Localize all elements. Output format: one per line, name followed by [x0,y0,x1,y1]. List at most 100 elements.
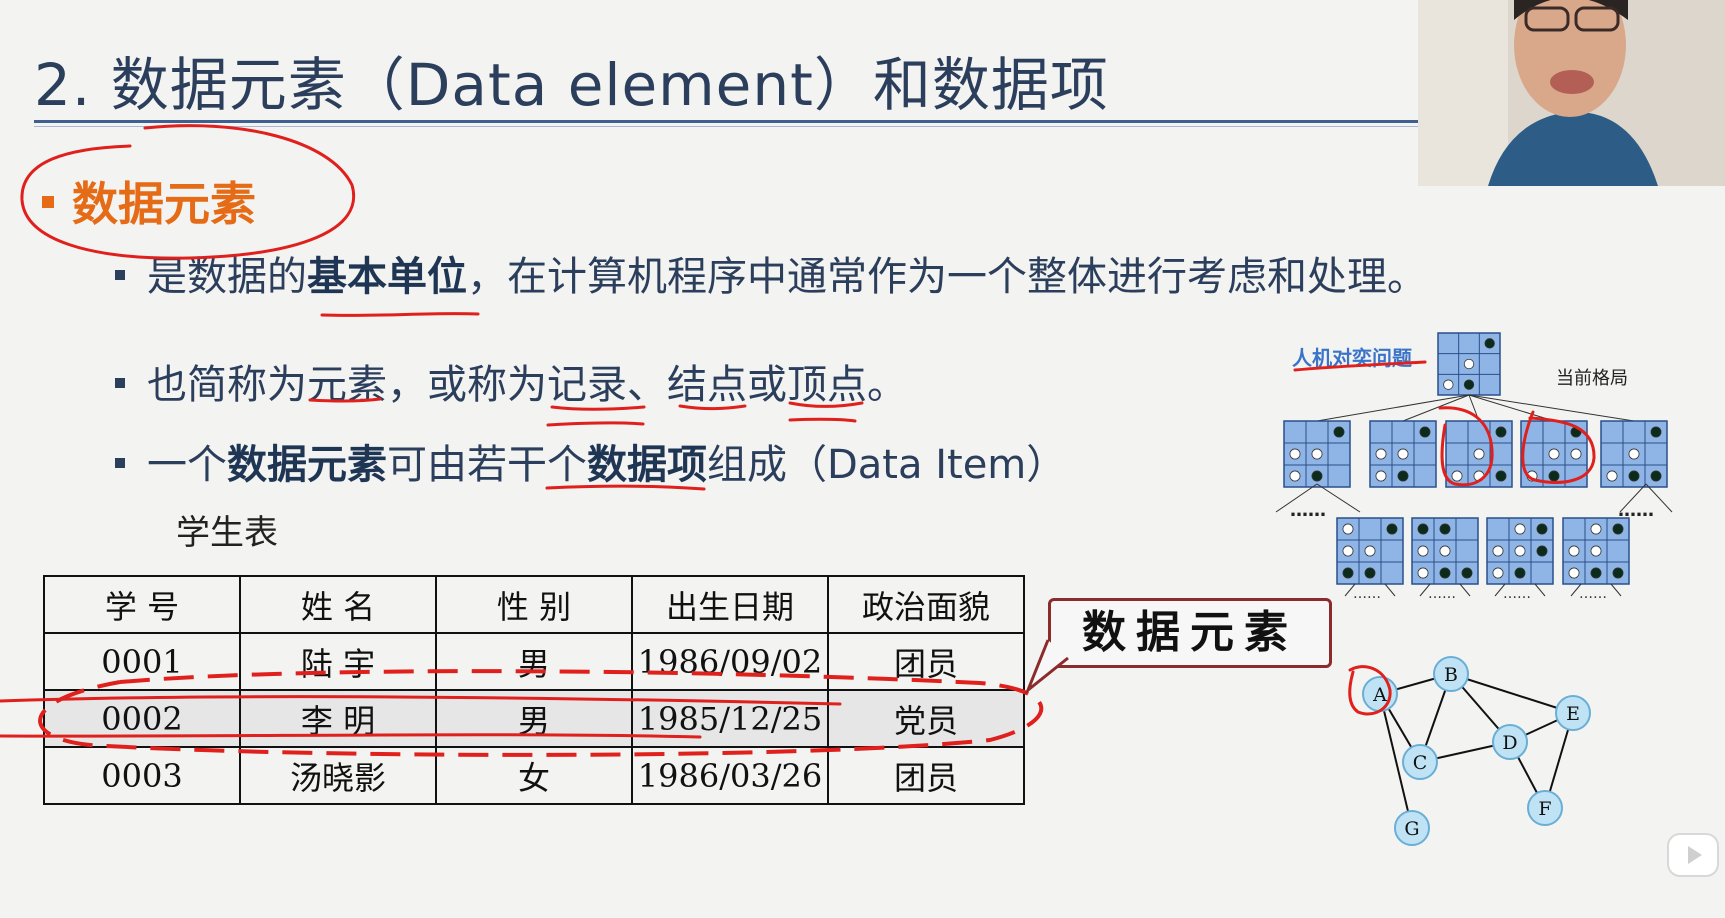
game-board [1445,420,1513,488]
tree-edge [1610,583,1622,597]
graph-node-label: E [1566,703,1580,725]
game-tree-diagram: …… …… …… …… …… …… [1275,332,1673,602]
white-stone [1397,448,1409,460]
black-stone [1628,470,1640,482]
game-board [1336,517,1404,585]
white-stone [1289,470,1301,482]
black-stone [1536,545,1548,557]
white-stone [1364,545,1376,557]
tree-edge [1468,394,1555,422]
white-stone [1568,567,1580,579]
tree-edge [1459,583,1471,597]
underline-annotation [1293,360,1427,372]
white-stone [1492,567,1504,579]
white-stone [1548,448,1560,460]
black-stone [1650,470,1662,482]
white-stone [1570,448,1582,460]
black-stone [1333,426,1345,438]
white-stone [1375,448,1387,460]
black-stone [1461,567,1473,579]
white-stone [1311,448,1323,460]
white-stone [1514,523,1526,535]
underline-annotation [546,421,645,427]
row-line-annotation [0,733,702,739]
presenter-webcam [1418,0,1725,186]
white-stone [1289,448,1301,460]
black-stone [1514,567,1526,579]
handwritten-annotations [0,124,1596,757]
game-board [1562,517,1630,585]
black-stone [1612,567,1624,579]
white-stone [1492,545,1504,557]
tree-edge [1384,583,1396,597]
highlighted-row-outline [38,669,1044,757]
graph-node-label: D [1502,732,1517,754]
white-stone [1628,448,1640,460]
white-stone [1473,448,1485,460]
black-stone [1495,470,1507,482]
white-stone [1375,470,1387,482]
white-stone [1514,545,1526,557]
game-board [1437,332,1501,396]
black-stone [1364,567,1376,579]
black-stone [1590,567,1602,579]
white-stone [1342,545,1354,557]
white-stone [1342,523,1354,535]
underline-annotation [308,397,382,403]
tree-edge [1534,583,1546,597]
black-stone [1311,470,1323,482]
video-player-icon[interactable] [1664,826,1722,884]
black-stone [1484,338,1495,349]
tree-edge [1468,394,1635,422]
graph-node-label: A [1372,684,1387,706]
game-board [1369,420,1437,488]
underline-annotation [788,401,864,408]
white-stone [1568,545,1580,557]
black-stone [1439,523,1451,535]
underline-annotation [788,417,857,423]
black-stone [1536,523,1548,535]
white-stone [1590,523,1602,535]
white-stone [1417,545,1429,557]
black-stone [1495,426,1507,438]
white-stone [1590,545,1602,557]
ellipsis-label: …… [1579,586,1607,602]
white-stone [1451,470,1463,482]
row-line-annotation [0,695,842,706]
ellipsis-label: …… [1428,586,1456,602]
underline-annotation [678,404,747,411]
game-board [1600,420,1668,488]
underline-annotation [550,405,646,411]
graph-node-label: F [1538,798,1551,820]
black-stone [1397,470,1409,482]
graph-node-label: C [1413,752,1428,774]
white-stone [1443,379,1454,390]
black-stone [1463,379,1475,390]
black-stone [1548,470,1560,482]
white-stone [1463,358,1475,370]
ellipsis-label: …… [1618,500,1654,521]
black-stone [1650,426,1662,438]
ellipsis-label: …… [1353,586,1381,602]
white-stone [1439,545,1451,557]
underline-annotation [545,484,706,491]
game-board [1283,420,1351,488]
black-stone [1439,567,1451,579]
callout-pointer [1024,639,1069,695]
ellipsis-label: …… [1290,500,1326,521]
black-stone [1419,426,1431,438]
black-stone [1612,523,1624,535]
slide: 2. 数据元素（Data element）和数据项 数据元素 是数据的基本单位，… [0,0,1725,918]
graph-diagram: A B C D E F G [1362,656,1591,846]
white-stone [1417,567,1429,579]
underline-annotation [320,312,480,317]
graph-node-label: B [1444,664,1458,686]
graph-edge [1450,673,1574,714]
black-stone [1342,567,1354,579]
game-board [1486,517,1554,585]
ellipsis-label: …… [1503,586,1531,602]
black-stone [1386,523,1398,535]
graph-node-label: G [1404,818,1419,840]
white-stone [1606,470,1618,482]
black-stone [1417,523,1429,535]
